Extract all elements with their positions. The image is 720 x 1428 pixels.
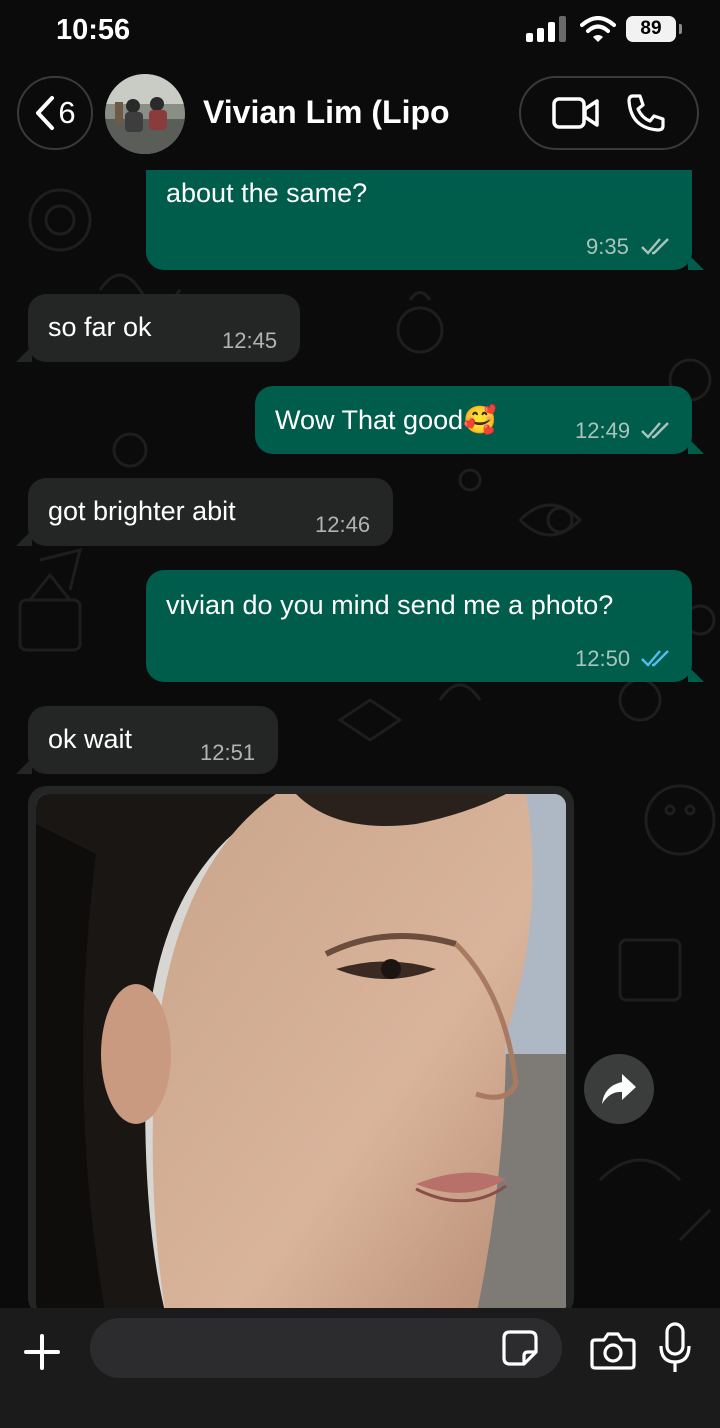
camera-icon[interactable] [590, 1330, 636, 1370]
contact-avatar[interactable] [105, 74, 185, 154]
message-input-container[interactable] [90, 1318, 562, 1380]
status-icons: 89 [526, 16, 682, 42]
bubble-tail [688, 666, 704, 682]
message-time: 12:46 [315, 512, 371, 537]
double-check-icon [641, 422, 669, 439]
sticker-icon[interactable] [500, 1328, 540, 1368]
double-check-blue-icon [641, 650, 669, 667]
bubble-tail [16, 346, 32, 362]
message-outgoing[interactable]: Wow That good🥰 12:49 [255, 386, 692, 454]
unread-count: 6 [58, 95, 76, 130]
forward-button[interactable] [584, 1054, 654, 1124]
message-text: got brighter abit [48, 496, 236, 526]
message-outgoing[interactable]: vivian do you mind send me a photo? 12:5… [146, 570, 692, 682]
message-text: Wow That good🥰 [275, 405, 497, 435]
bubble-tail [688, 254, 704, 270]
message-composer [0, 1308, 720, 1428]
cellular-signal-icon [526, 16, 566, 42]
message-time: 9:35 [586, 234, 629, 259]
face-photo-icon [36, 794, 566, 1316]
status-time: 10:56 [56, 14, 131, 46]
microphone-icon[interactable] [658, 1322, 692, 1374]
avatar-photo-icon [105, 74, 185, 154]
back-button[interactable]: 6 [17, 76, 93, 150]
message-incoming[interactable]: got brighter abit 12:46 [28, 478, 393, 546]
chevron-left-icon [36, 96, 55, 130]
message-time: 12:50 [575, 646, 631, 671]
battery-indicator: 89 [626, 16, 682, 42]
contact-name[interactable]: Vivian Lim (Lipo [203, 94, 450, 131]
bubble-tail [16, 758, 32, 774]
chat-header: 6 Vivian Lim (Lipo [0, 66, 720, 170]
message-time: 12:45 [222, 328, 278, 353]
message-photo[interactable] [28, 786, 574, 1316]
message-input[interactable] [114, 1318, 498, 1380]
message-text: about the same? [166, 178, 368, 208]
bubble-tail [688, 438, 704, 454]
message-time: 12:49 [575, 418, 631, 443]
bubble-tail [16, 530, 32, 546]
message-text: so far ok [48, 312, 152, 342]
video-call-icon[interactable] [551, 95, 601, 131]
message-incoming[interactable]: so far ok 12:45 [28, 294, 300, 362]
double-check-icon [641, 238, 669, 255]
plus-icon[interactable] [20, 1330, 64, 1374]
forward-arrow-icon [602, 1074, 636, 1104]
phone-call-icon[interactable] [625, 92, 667, 134]
wifi-icon [580, 16, 616, 42]
message-text: vivian do you mind send me a photo? [166, 590, 614, 620]
call-actions [519, 76, 699, 150]
message-text: ok wait [48, 724, 133, 754]
status-bar: 10:56 89 [0, 0, 720, 66]
photo-image[interactable] [36, 794, 566, 1316]
message-incoming[interactable]: ok wait 12:51 [28, 706, 278, 774]
message-time: 12:51 [200, 740, 256, 765]
message-outgoing[interactable]: about the same? 9:35 [146, 170, 692, 270]
